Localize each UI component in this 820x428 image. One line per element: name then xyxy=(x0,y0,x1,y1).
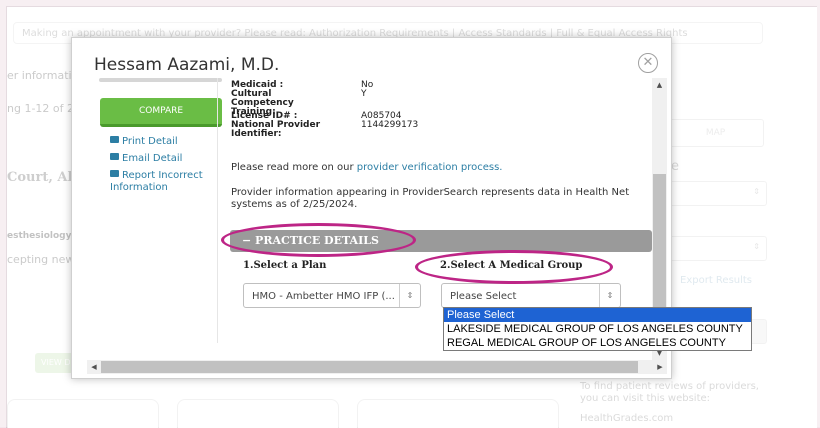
email-detail-label: Email Detail xyxy=(122,153,183,164)
hscrollbar-thumb[interactable] xyxy=(101,361,638,373)
email-detail-link[interactable]: Email Detail xyxy=(110,153,182,165)
provider-name: Hessam Aazami, M.D. xyxy=(94,55,280,75)
medical-group-dropdown[interactable]: Please Select LAKESIDE MEDICAL GROUP OF … xyxy=(443,307,752,351)
medical-group-label: 2.Select A Medical Group xyxy=(440,260,583,271)
close-icon[interactable]: ✕ xyxy=(638,53,658,73)
select-arrow-icon: ⇕ xyxy=(399,284,420,307)
dropdown-option[interactable]: Please Select xyxy=(444,308,751,322)
plan-label: 1.Select a Plan xyxy=(243,260,327,271)
detail-cultural-value: Y xyxy=(361,89,367,99)
horizontal-scrollbar[interactable]: ◀ ▶ xyxy=(87,360,667,374)
print-detail-link[interactable]: Print Detail xyxy=(110,136,178,148)
detail-npi-label: National Provider Identifier: xyxy=(231,120,321,139)
dropdown-option[interactable]: REGAL MEDICAL GROUP OF LOS ANGELES COUNT… xyxy=(444,336,751,350)
email-icon xyxy=(110,153,119,160)
scroll-left-icon[interactable]: ◀ xyxy=(87,360,101,374)
scroll-up-icon[interactable]: ▲ xyxy=(652,78,667,92)
plan-select[interactable]: HMO - Ambetter HMO IFP (... ⇕ xyxy=(243,283,421,308)
report-incorrect-link[interactable]: Report Incorrect Information xyxy=(110,170,205,194)
compare-button[interactable]: COMPARE xyxy=(100,98,222,127)
left-divider xyxy=(99,78,222,82)
report-icon xyxy=(110,170,119,177)
verification-link[interactable]: provider verification process. xyxy=(357,162,503,173)
scroll-right-icon[interactable]: ▶ xyxy=(653,360,667,374)
detail-npi-value: 1144299173 xyxy=(361,120,419,130)
medical-group-select[interactable]: Please Select ⇕ xyxy=(441,283,621,308)
select-arrow-icon: ⇕ xyxy=(599,284,620,307)
modal-content: Medicaid : No Cultural Competency Traini… xyxy=(217,78,653,343)
print-detail-label: Print Detail xyxy=(122,136,178,147)
report-incorrect-label: Report Incorrect Information xyxy=(110,170,203,193)
verification-text: Please read more on our provider verific… xyxy=(231,162,503,173)
data-note: Provider information appearing in Provid… xyxy=(231,187,630,210)
print-icon xyxy=(110,136,119,143)
practice-details-header[interactable]: − PRACTICE DETAILS xyxy=(230,230,652,252)
dropdown-option[interactable]: LAKESIDE MEDICAL GROUP OF LOS ANGELES CO… xyxy=(444,322,751,336)
